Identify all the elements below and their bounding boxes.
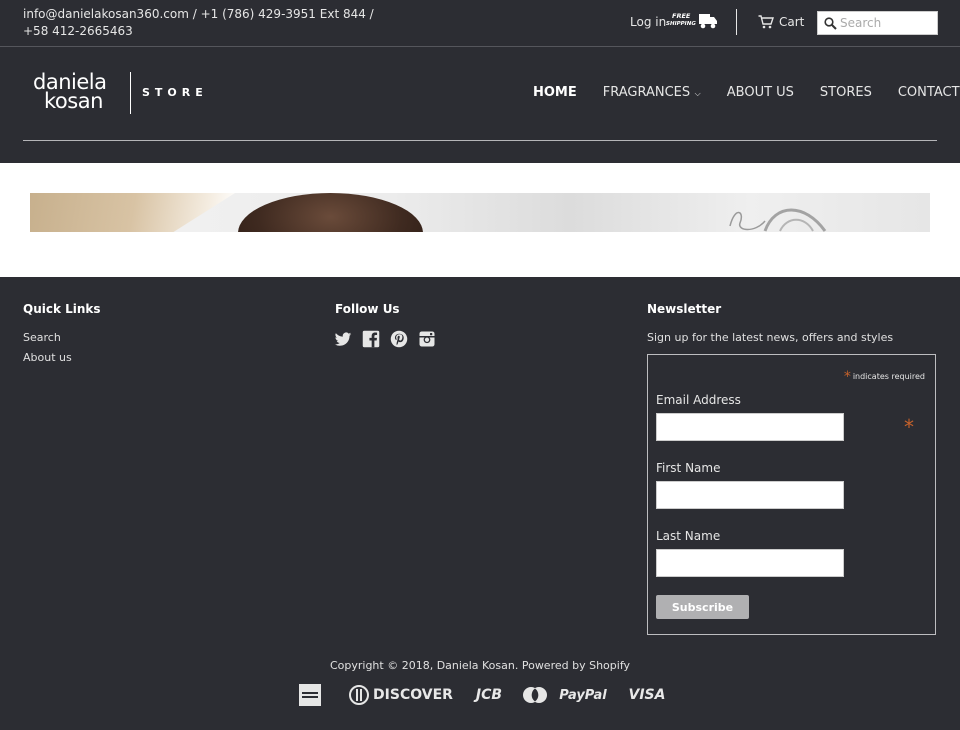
header-rule	[23, 140, 937, 141]
search-icon	[824, 17, 837, 30]
free-shipping-truck-icon: FREE SHIPPING	[666, 12, 717, 29]
nav-contact[interactable]: CONTACT	[898, 85, 960, 100]
powered-by-link[interactable]: Powered by Shopify	[522, 659, 630, 672]
last-name-label: Last Name	[656, 529, 721, 543]
site-header: daniela kosan STORE HOME FRAGRANCES ⌵ AB…	[0, 47, 960, 163]
first-name-field[interactable]	[656, 481, 844, 509]
pinterest-icon[interactable]	[390, 330, 408, 348]
banner-ornament-icon	[729, 208, 827, 232]
copyright: Copyright © 2018, Daniela Kosan. Powered…	[0, 659, 960, 672]
subscribe-button[interactable]: Subscribe	[656, 595, 749, 619]
email-field[interactable]	[656, 413, 844, 441]
email-label: Email Address	[656, 393, 741, 407]
search-box[interactable]	[817, 11, 938, 35]
copyright-text: Copyright © 2018, Daniela Kosan.	[329, 659, 519, 672]
nav-fragrances[interactable]: FRAGRANCES ⌵	[603, 85, 701, 100]
logo-line-2: kosan	[44, 89, 103, 113]
diners-club-icon	[349, 685, 369, 705]
discover-icon: DISCOVER	[373, 687, 453, 703]
follow-us-title: Follow Us	[335, 302, 400, 316]
hero-banner[interactable]	[30, 193, 930, 232]
free-shipping-text-2: SHIPPING	[666, 21, 696, 27]
banner-model-hair	[238, 193, 423, 232]
cart-icon[interactable]	[758, 15, 774, 29]
topbar-divider	[736, 9, 737, 35]
facebook-icon[interactable]	[362, 330, 380, 348]
newsletter-description: Sign up for the latest news, offers and …	[647, 331, 894, 344]
nav-home[interactable]: HOME	[533, 85, 577, 100]
newsletter-form: * indicates required Email Address * Firs…	[647, 354, 936, 635]
nav-fragrances-label: FRAGRANCES	[602, 85, 691, 100]
contact-info: info@danielakosan360.com / +1 (786) 429-…	[23, 7, 374, 38]
instagram-icon[interactable]	[418, 330, 436, 348]
visa-icon: VISA	[628, 687, 666, 703]
required-star-icon: *	[843, 369, 851, 385]
login-link[interactable]: Log in	[630, 15, 666, 29]
chevron-down-icon: ⌵	[692, 89, 701, 98]
store-logo[interactable]: daniela kosan STORE	[33, 72, 208, 117]
newsletter-title: Newsletter	[647, 302, 722, 316]
cart-link[interactable]: Cart	[779, 15, 804, 29]
logo-store: STORE	[142, 86, 208, 99]
footer-link-about[interactable]: About us	[23, 351, 72, 364]
email-required-star-icon: *	[904, 415, 914, 439]
main-nav: HOME FRAGRANCES ⌵ ABOUT US STORES CONTAC…	[533, 85, 960, 100]
footer-link-search[interactable]: Search	[23, 331, 61, 344]
required-note: * indicates required	[844, 369, 925, 385]
quick-links-title: Quick Links	[23, 302, 101, 316]
paypal-icon: PayPal	[559, 687, 607, 703]
twitter-icon[interactable]	[334, 330, 352, 348]
nav-about-us[interactable]: ABOUT US	[727, 85, 794, 100]
free-shipping-text-1: FREE	[672, 12, 691, 20]
required-note-text: indicates required	[852, 372, 925, 381]
logo-divider	[130, 72, 131, 114]
american-express-icon	[299, 684, 321, 706]
nav-stores[interactable]: STORES	[820, 85, 872, 100]
top-bar: info@danielakosan360.com / +1 (786) 429-…	[0, 0, 960, 47]
last-name-field[interactable]	[656, 549, 844, 577]
search-input[interactable]	[840, 14, 934, 32]
first-name-label: First Name	[656, 461, 721, 475]
jcb-icon: JCB	[475, 687, 503, 703]
mastercard-icon	[523, 687, 547, 703]
main-content	[0, 163, 960, 277]
banner-beige-shape	[30, 193, 235, 232]
